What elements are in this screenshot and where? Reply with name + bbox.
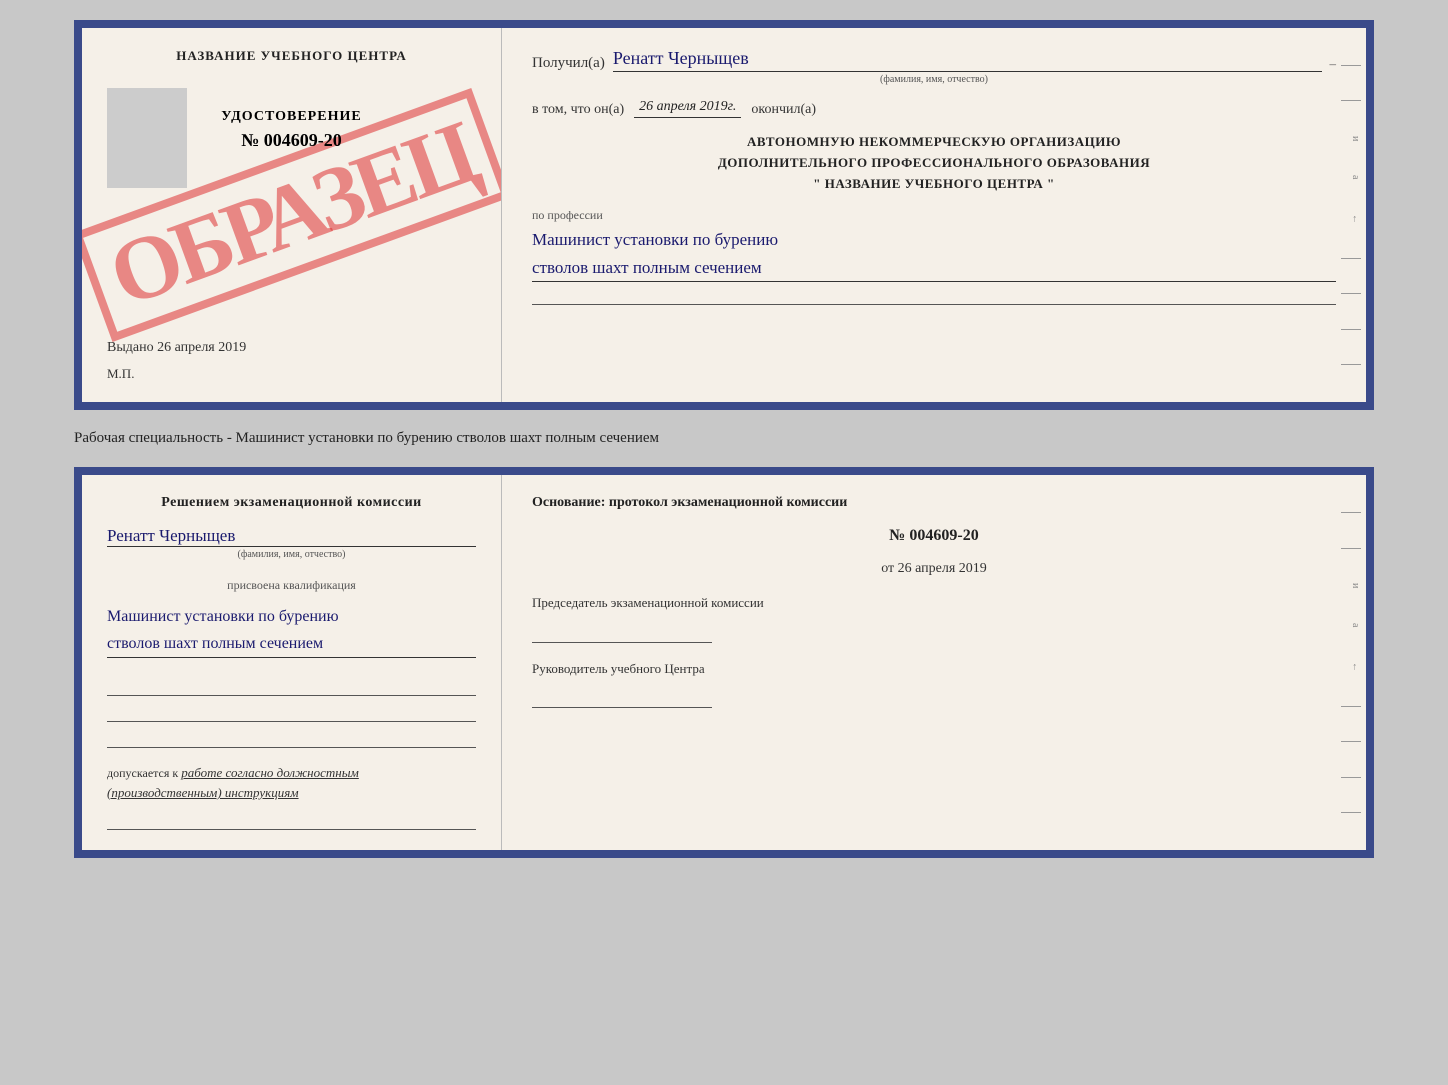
underline-1 [107,678,476,696]
osnovanie-title: Основание: протокол экзаменационной коми… [532,495,1336,511]
middle-text: Рабочая специальность - Машинист установ… [74,425,1374,452]
mp-label: М.П. [107,366,476,382]
edge-line-b3 [1341,706,1361,707]
edge-line-b2 [1341,548,1361,549]
org-line2: ДОПОЛНИТЕЛЬНОГО ПРОФЕССИОНАЛЬНОГО ОБРАЗО… [532,153,1336,174]
certificate-bottom: Решением экзаменационной комиссии Ренатт… [74,467,1374,858]
cert-left-footer: Выдано 26 апреля 2019 М.П. [107,320,476,382]
predsedatel-sign-line [532,618,712,643]
qual-line1: Машинист установки по бурению [107,608,339,625]
edge-label-barrow: ← [1341,662,1361,672]
poluchil-row: Получил(а) Ренатт Черныщев – (фамилия, и… [532,48,1336,85]
prisvoena-label: присвоена квалификация [107,578,476,593]
edge-line-6 [1341,364,1361,365]
underline-2 [107,704,476,722]
okonchil-label: окончил(а) [751,102,816,118]
edge-line-2 [1341,100,1361,101]
udostoverenie-title: УДОСТОВЕРЕНИЕ [107,109,476,125]
edge-label-arrow: ← [1341,214,1361,224]
qual-text: Машинист установки по бурению стволов ша… [107,603,476,658]
ot-date: от 26 апреля 2019 [532,561,1336,577]
poluchil-label: Получил(а) [532,55,605,72]
underline-bottom [107,812,476,830]
org-block: АВТОНОМНУЮ НЕКОММЕРЧЕСКУЮ ОРГАНИЗАЦИЮ ДО… [532,132,1336,194]
edge-line-b1 [1341,512,1361,513]
rukovoditel-block: Руководитель учебного Центра [532,659,1336,709]
edge-label-ba: а [1341,623,1361,627]
edge-line-b5 [1341,777,1361,778]
vydano-label: Выдано [107,340,154,355]
org-line3: " НАЗВАНИЕ УЧЕБНОГО ЦЕНТРА " [532,174,1336,195]
fio-sublabel-top: (фамилия, имя, отчество) [532,74,1336,85]
edge-label-a: а [1341,175,1361,179]
edge-line-5 [1341,329,1361,330]
recipient-name-bottom: Ренатт Черныщев [107,526,476,547]
protocol-num: № 004609-20 [532,527,1336,545]
vydano-line: Выдано 26 апреля 2019 [107,340,476,356]
rukovoditel-sign-line [532,683,712,708]
completion-date: 26 апреля 2019г. [634,99,741,118]
dopuskaetsya-text: допускается к работе согласно должностны… [107,763,476,802]
org-line1: АВТОНОМНУЮ НЕКОММЕРЧЕСКУЮ ОРГАНИЗАЦИЮ [532,132,1336,153]
po-professii-label: по профессии [532,208,1336,223]
underlines-block [107,678,476,748]
edge-line-b4 [1341,741,1361,742]
profession-block: по профессии Машинист установки по бурен… [532,208,1336,304]
edge-line-1 [1341,65,1361,66]
ot-label: от [881,561,894,576]
qualification-block: Машинист установки по бурению стволов ша… [107,603,476,658]
udostoverenie-block: УДОСТОВЕРЕНИЕ № 004609-20 [107,109,476,151]
cert-left-panel: НАЗВАНИЕ УЧЕБНОГО ЦЕНТРА ОБРАЗЕЦ УДОСТОВ… [82,28,502,402]
ot-date-value: 26 апреля 2019 [898,561,987,576]
edge-label-bi: и [1341,583,1361,588]
vtom-label: в том, что он(а) [532,102,624,118]
underline-3 [107,730,476,748]
vydano-date: 26 апреля 2019 [157,340,246,355]
profession-underline [532,287,1336,305]
edge-line-4 [1341,293,1361,294]
dopuskaetsya-label: допускается к [107,766,178,780]
bottom-left-panel: Решением экзаменационной комиссии Ренатт… [82,475,502,850]
resheniem-title: Решением экзаменационной комиссии [107,495,476,511]
cert-right-panel: Получил(а) Ренатт Черныщев – (фамилия, и… [502,28,1366,402]
udostoverenie-num: № 004609-20 [107,130,476,151]
edge-label-i: и [1341,136,1361,141]
certificate-top: НАЗВАНИЕ УЧЕБНОГО ЦЕНТРА ОБРАЗЕЦ УДОСТОВ… [74,20,1374,410]
profession-line2: стволов шахт полным сечением [532,258,762,277]
profession-line1: Машинист установки по бурению [532,230,778,249]
bottom-name-block: Ренатт Черныщев (фамилия, имя, отчество) [107,526,476,560]
cert-header: НАЗВАНИЕ УЧЕБНОГО ЦЕНТРА [107,48,476,64]
predsedatel-label: Председатель экзаменационной комиссии [532,593,1336,613]
edge-lines-bottom: и а ← [1336,475,1366,850]
qual-line2: стволов шахт полным сечением [107,635,323,652]
rukovoditel-label: Руководитель учебного Центра [532,659,1336,679]
edge-line-b6 [1341,812,1361,813]
edge-lines-top: и а ← [1336,28,1366,402]
profession-text: Машинист установки по бурению стволов ша… [532,226,1336,281]
recipient-name-top: Ренатт Черныщев [613,48,1322,72]
fio-sublabel-bottom: (фамилия, имя, отчество) [107,549,476,560]
vtom-row: в том, что он(а) 26 апреля 2019г. окончи… [532,99,1336,118]
bottom-right-panel: Основание: протокол экзаменационной коми… [502,475,1366,850]
predsedatel-block: Председатель экзаменационной комиссии [532,593,1336,643]
edge-line-3 [1341,258,1361,259]
